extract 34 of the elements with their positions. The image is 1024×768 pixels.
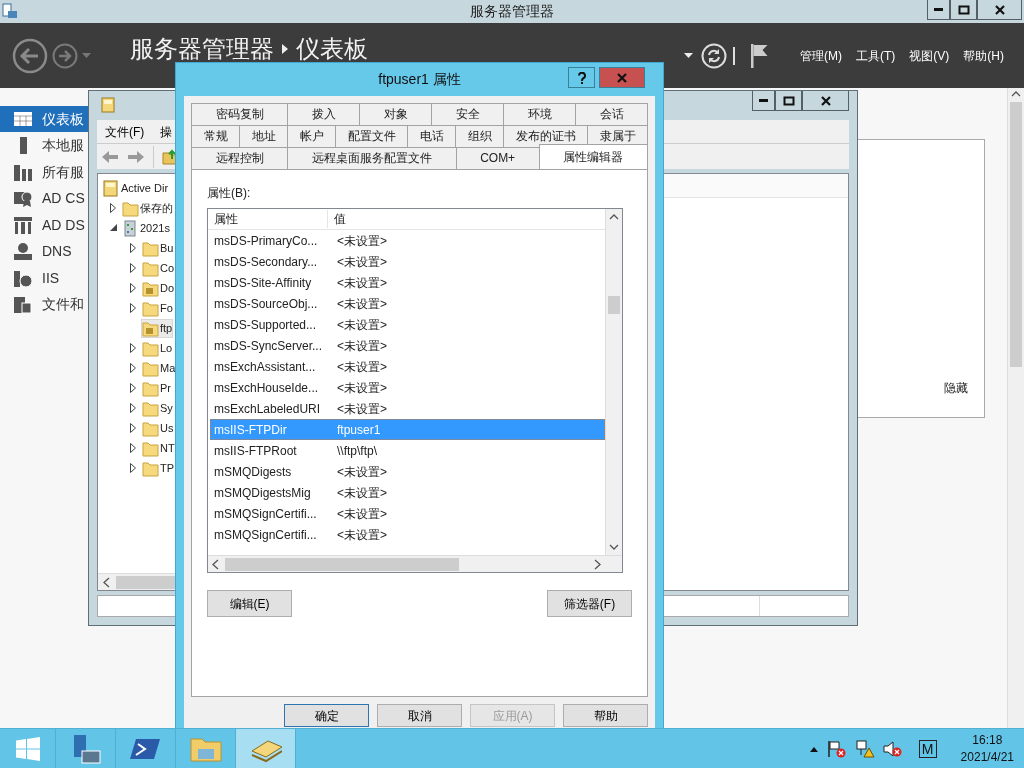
breadcrumb-item: 仪表板 <box>296 36 368 61</box>
table-cell-text: \\ftp\ftp\ <box>336 443 378 460</box>
window-title: 服务器管理器 <box>470 2 554 21</box>
table-cell-text: msIIS-FTPDir <box>213 422 288 439</box>
table-cell-text: msDS-PrimaryCo... <box>213 233 319 250</box>
table-cell-text: msDS-Secondary... <box>213 254 319 271</box>
table-cell-text: <未设置> <box>336 338 387 355</box>
table-cell-text: <未设置> <box>336 296 387 313</box>
table-cell-text: mSMQDigests <box>213 464 293 481</box>
table-cell-text: <未设置> <box>336 380 387 397</box>
table-cell-text: ftpuser1 <box>336 422 381 439</box>
table-cell-text: <未设置> <box>336 359 387 376</box>
table-cell-text: msExchLabeledURI <box>213 401 322 418</box>
table-cell-text: <未设置> <box>336 506 387 523</box>
dialog-title: ftpuser1 属性 <box>378 70 461 89</box>
table-cell-text: <未设置> <box>336 464 387 481</box>
table-cell-text: <未设置> <box>336 527 387 544</box>
table-cell-text: <未设置> <box>336 233 387 250</box>
table-cell-text: msIIS-FTPRoot <box>213 443 298 460</box>
list-label: 属性(B): <box>207 185 251 202</box>
table-cell-text: <未设置> <box>336 275 387 292</box>
table-cell-text: <未设置> <box>336 254 387 271</box>
table-cell-text: msDS-Site-Affinity <box>213 275 313 292</box>
table-cell-text: <未设置> <box>336 317 387 334</box>
table-cell-text: mSMQDigestsMig <box>213 485 312 502</box>
table-cell-text: mSMQSignCertifi... <box>213 527 318 544</box>
table-cell-text: mSMQSignCertifi... <box>213 506 318 523</box>
table-cell-text: msExchAssistant... <box>213 359 317 376</box>
table-cell-text: <未设置> <box>336 401 387 418</box>
table-cell-text: msDS-SyncServer... <box>213 338 324 355</box>
table-cell-text: msDS-Supported... <box>213 317 318 334</box>
table-cell-text: msExchHouseIde... <box>213 380 320 397</box>
table-cell-text: msDS-SourceObj... <box>213 296 319 313</box>
table-cell-text: <未设置> <box>336 485 387 502</box>
